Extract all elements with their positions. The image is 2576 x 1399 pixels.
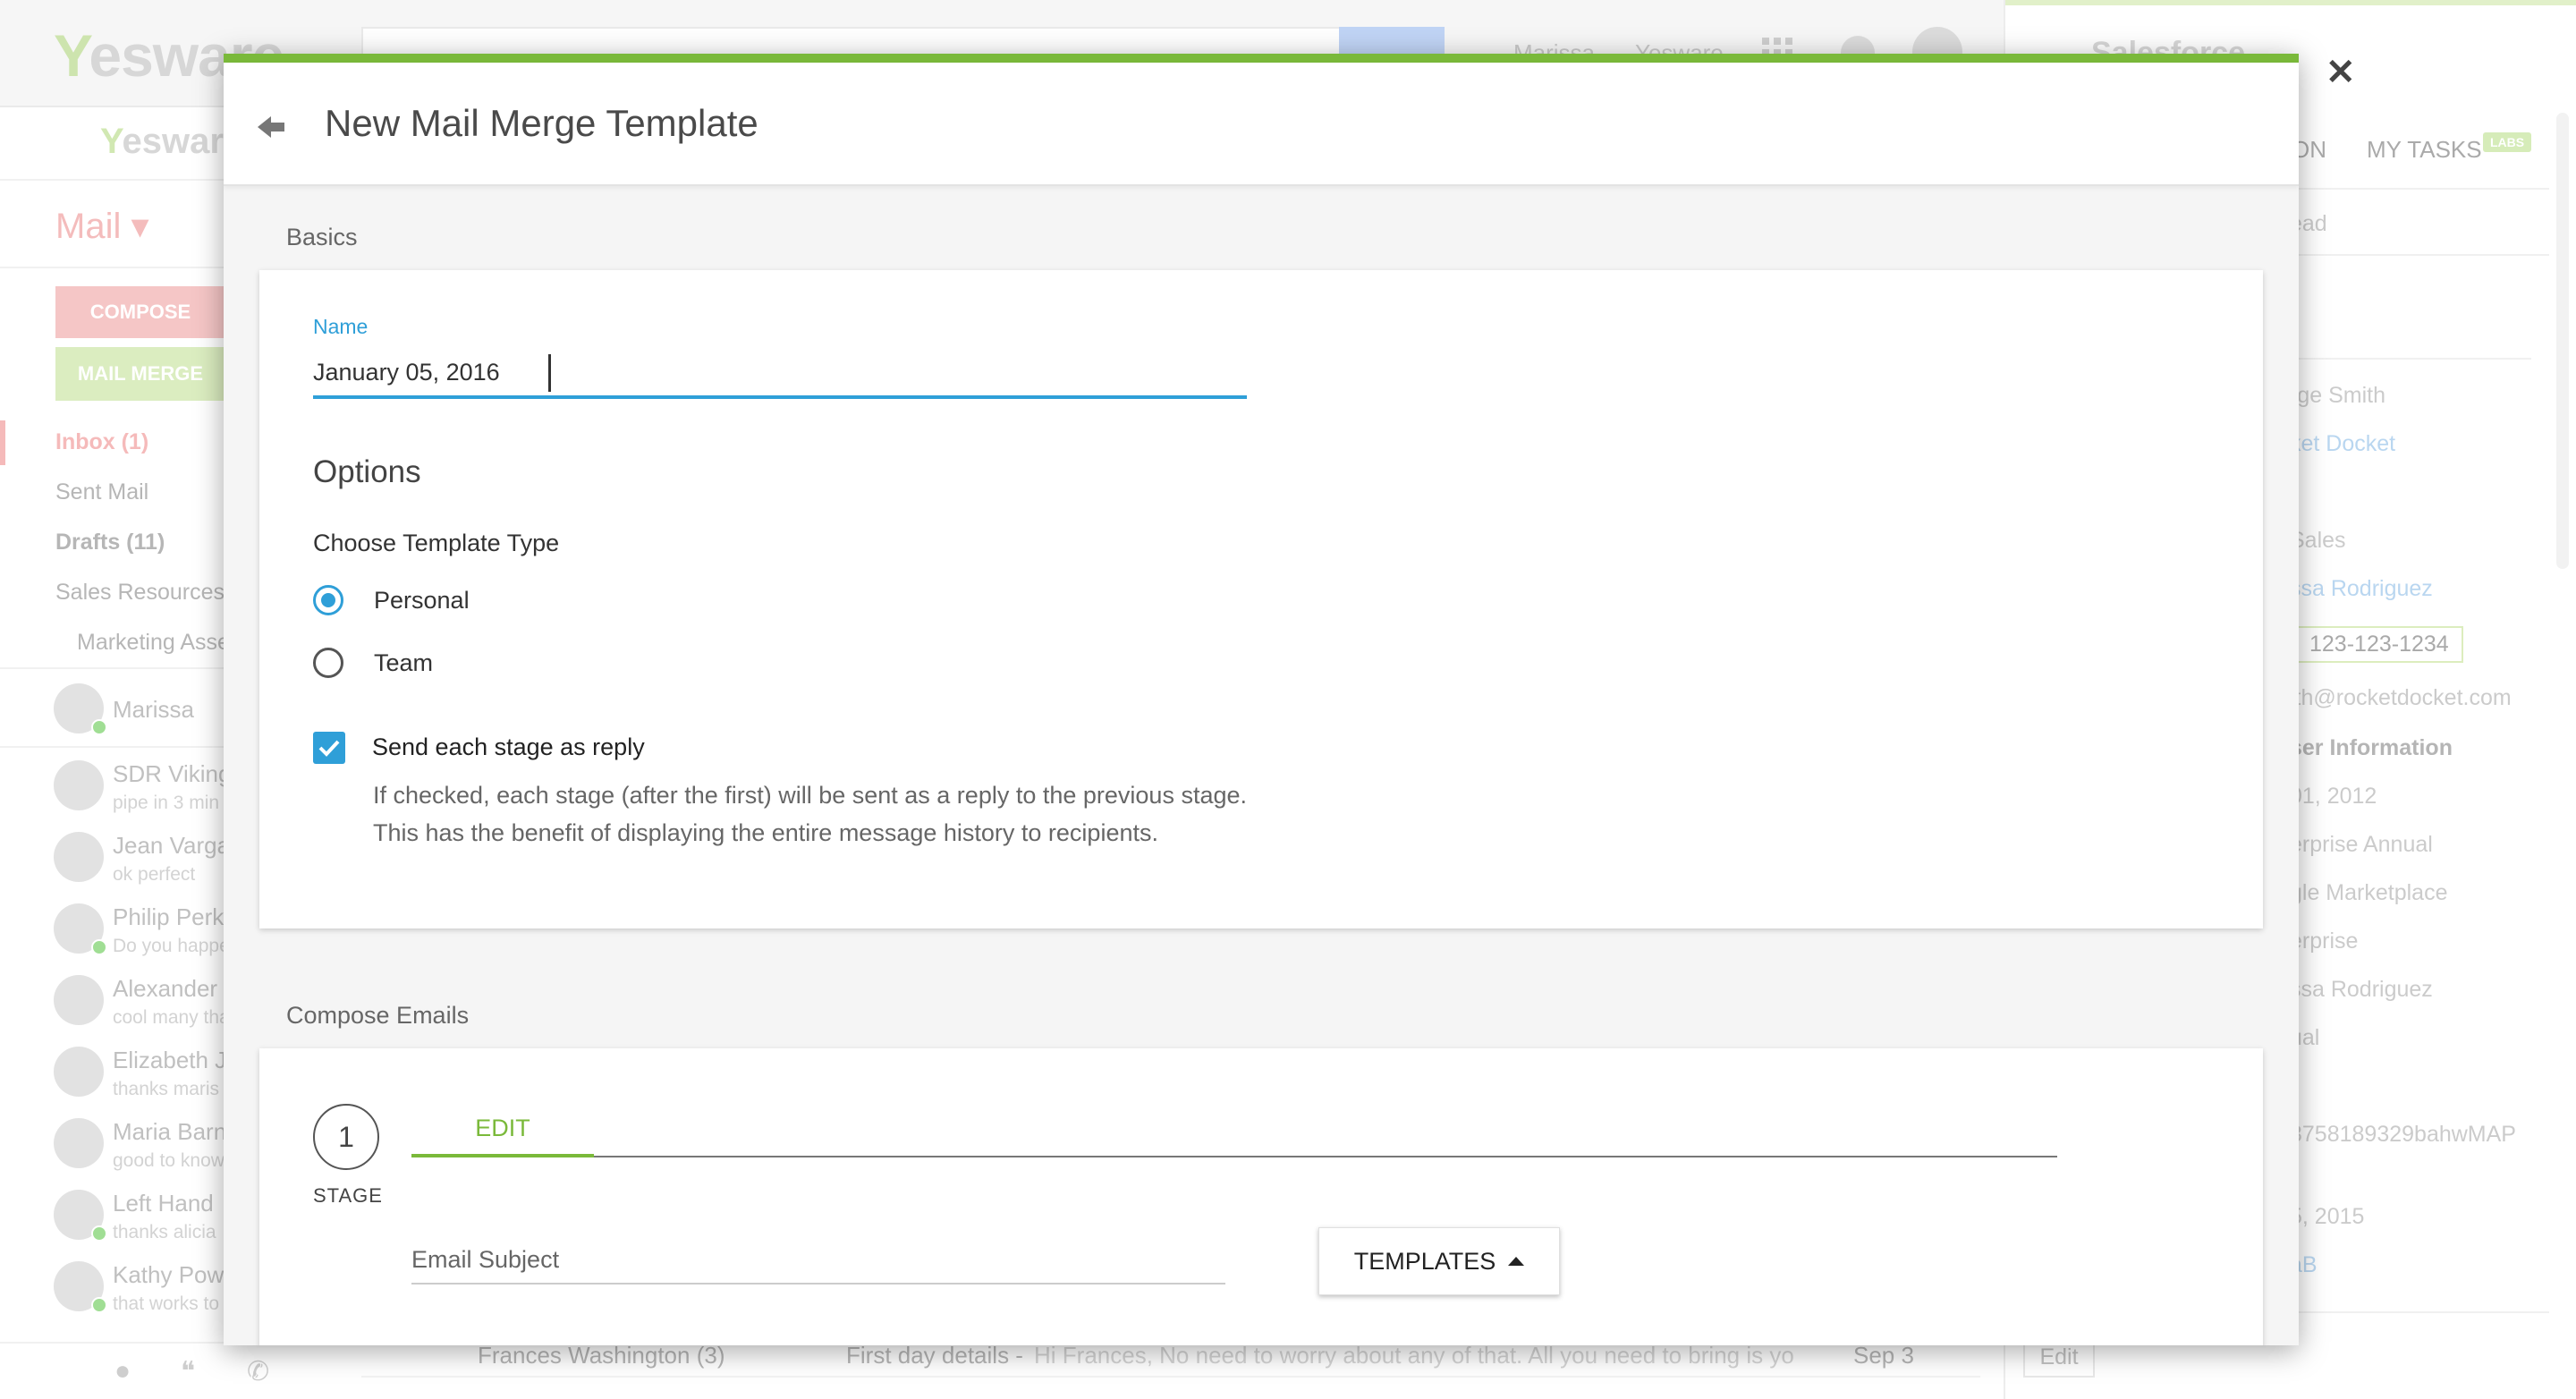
email-subject-input[interactable] (411, 1236, 1225, 1285)
radio-personal-label[interactable]: Personal (374, 587, 470, 615)
name-field-label: Name (313, 315, 369, 338)
checkmark-icon (318, 740, 340, 757)
radio-team[interactable] (313, 648, 343, 678)
templates-button[interactable]: TEMPLATES (1318, 1227, 1560, 1295)
dialog-accent-bar (224, 54, 2299, 63)
reply-help-text: This has the benefit of displaying the e… (373, 819, 1158, 846)
stage-number: 1 (313, 1104, 379, 1170)
name-field[interactable] (313, 349, 1247, 399)
stage-label: STAGE (313, 1184, 383, 1207)
basics-card: Name Options Choose Template Type Person… (259, 270, 2263, 928)
compose-section-label: Compose Emails (286, 1002, 470, 1029)
compose-card: 1 STAGE EDIT TEMPLATES (259, 1048, 2263, 1345)
close-icon[interactable]: ✕ (2326, 52, 2356, 93)
tab-edit[interactable]: EDIT (411, 1106, 594, 1157)
send-as-reply-label[interactable]: Send each stage as reply (372, 733, 645, 761)
tab-divider (411, 1156, 2057, 1157)
page-title: New Mail Merge Template (325, 102, 758, 144)
basics-section-label: Basics (286, 224, 358, 250)
dialog-header: New Mail Merge Template (224, 63, 2299, 186)
send-as-reply-checkbox[interactable] (313, 732, 345, 764)
radio-personal[interactable] (313, 585, 343, 615)
templates-button-label: TEMPLATES (1353, 1247, 1496, 1275)
reply-help-text: If checked, each stage (after the first)… (373, 782, 1247, 809)
text-cursor (548, 354, 551, 392)
caret-up-icon (1508, 1257, 1525, 1266)
template-type-label: Choose Template Type (313, 530, 560, 556)
radio-team-label[interactable]: Team (374, 649, 433, 677)
mail-merge-template-dialog: New Mail Merge Template Basics Name Opti… (224, 54, 2299, 1345)
options-heading: Options (313, 454, 421, 489)
back-arrow-icon[interactable] (254, 109, 290, 145)
